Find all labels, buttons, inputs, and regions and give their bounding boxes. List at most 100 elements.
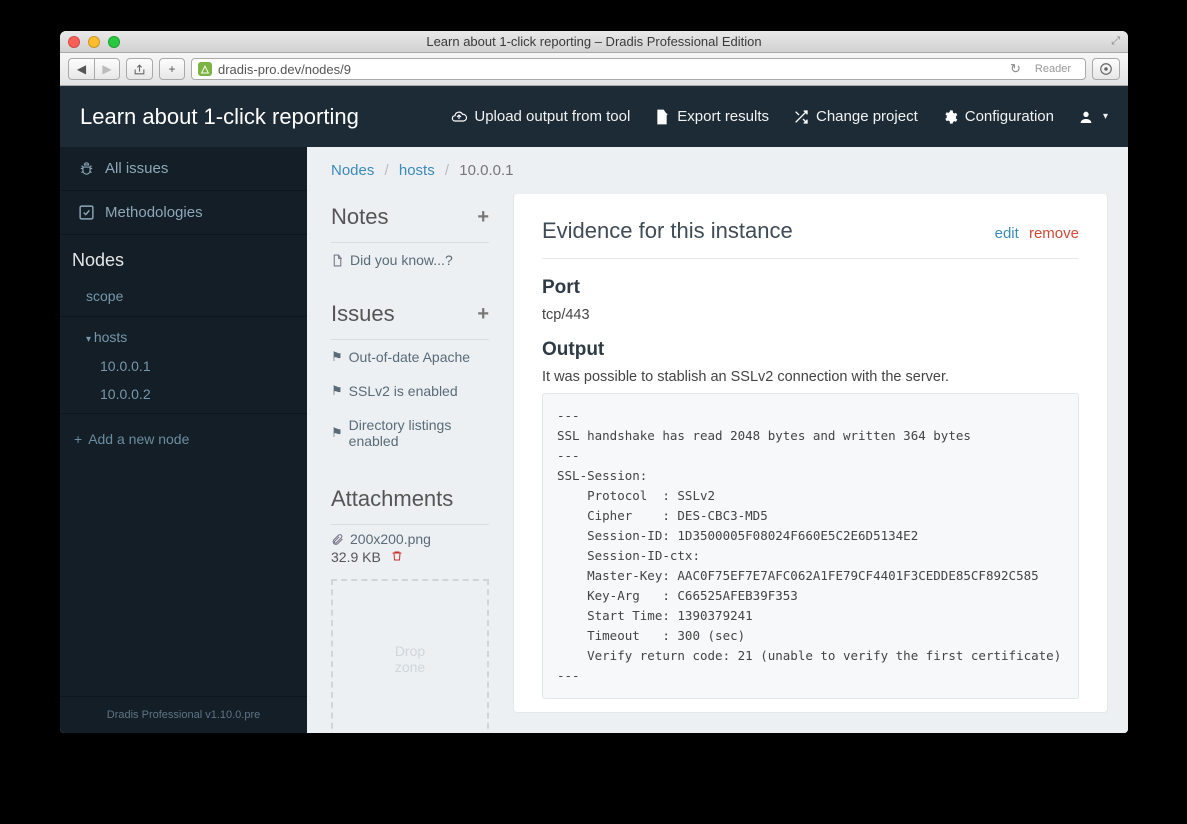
notes-heading-row: Notes + bbox=[331, 194, 489, 243]
issue-label-1: SSLv2 is enabled bbox=[349, 383, 458, 399]
remove-link[interactable]: remove bbox=[1029, 225, 1079, 242]
user-icon bbox=[1078, 109, 1094, 125]
issue-item-1[interactable]: ⚑ SSLv2 is enabled bbox=[331, 374, 513, 408]
window-minimize-button[interactable] bbox=[88, 36, 100, 48]
gear-icon bbox=[942, 109, 958, 125]
nav-buttons: ◀ ▶ bbox=[68, 58, 120, 80]
add-note-button[interactable]: + bbox=[477, 206, 489, 229]
reload-icon[interactable]: ↻ bbox=[1010, 61, 1021, 77]
caret-down-icon: ▾ bbox=[1103, 111, 1108, 122]
site-favicon-icon: △ bbox=[198, 62, 212, 76]
browser-window: Learn about 1-click reporting – Dradis P… bbox=[60, 31, 1128, 733]
export-label: Export results bbox=[677, 108, 769, 125]
port-heading: Port bbox=[542, 277, 1079, 299]
app-root: Learn about 1-click reporting Upload out… bbox=[60, 86, 1128, 733]
add-bookmark-button[interactable]: + bbox=[159, 58, 185, 80]
bug-icon bbox=[78, 160, 95, 177]
sidebar: All issues Methodologies Nodes scope hos… bbox=[60, 147, 307, 733]
change-project-label: Change project bbox=[816, 108, 918, 125]
main-area: Nodes / hosts / 10.0.0.1 Notes + bbox=[307, 147, 1128, 733]
plus-icon: + bbox=[74, 431, 82, 447]
content-panel: Evidence for this instance edit remove P… bbox=[513, 194, 1108, 713]
attachments-heading: Attachments bbox=[331, 486, 453, 512]
resize-icon[interactable]: ⤢ bbox=[1111, 35, 1120, 48]
notes-heading: Notes bbox=[331, 204, 388, 230]
breadcrumb: Nodes / hosts / 10.0.0.1 bbox=[307, 147, 1128, 194]
breadcrumb-nodes[interactable]: Nodes bbox=[331, 162, 374, 179]
port-value: tcp/443 bbox=[542, 307, 1079, 323]
url-bar[interactable]: △ dradis-pro.dev/nodes/9 ↻ Reader bbox=[191, 58, 1086, 80]
menu-button[interactable] bbox=[1092, 58, 1120, 80]
share-button[interactable] bbox=[126, 58, 153, 80]
upload-link[interactable]: Upload output from tool bbox=[451, 108, 630, 125]
sidebar-item-methodologies[interactable]: Methodologies bbox=[60, 191, 307, 235]
tree-item-scope[interactable]: scope bbox=[60, 281, 307, 311]
flag-icon: ⚑ bbox=[331, 383, 343, 399]
issue-label-0: Out-of-date Apache bbox=[349, 349, 470, 365]
project-title: Learn about 1-click reporting bbox=[80, 104, 359, 130]
content-actions: edit remove bbox=[995, 225, 1079, 242]
output-block: --- SSL handshake has read 2048 bytes an… bbox=[542, 393, 1079, 699]
dropzone-label: Drop zone bbox=[395, 643, 425, 675]
user-menu[interactable]: ▾ bbox=[1078, 109, 1108, 125]
back-button[interactable]: ◀ bbox=[68, 58, 94, 80]
attachment-item[interactable]: 200x200.png bbox=[331, 525, 513, 549]
panels: Notes + Did you know...? Issues + ⚑ bbox=[307, 194, 1128, 733]
issue-label-2: Directory listings enabled bbox=[349, 417, 489, 449]
change-project-link[interactable]: Change project bbox=[793, 108, 918, 125]
breadcrumb-current: 10.0.0.1 bbox=[459, 162, 513, 179]
add-issue-button[interactable]: + bbox=[477, 303, 489, 326]
attachment-meta: 32.9 KB bbox=[331, 549, 513, 579]
issue-item-0[interactable]: ⚑ Out-of-date Apache bbox=[331, 340, 513, 374]
methodologies-label: Methodologies bbox=[105, 204, 203, 221]
tree-child-1[interactable]: 10.0.0.2 bbox=[60, 380, 307, 408]
sidebar-footer: Dradis Professional v1.10.0.pre bbox=[60, 696, 307, 733]
add-node-button[interactable]: + Add a new node bbox=[60, 419, 307, 459]
content-header: Evidence for this instance edit remove bbox=[542, 218, 1079, 259]
app-navbar: Learn about 1-click reporting Upload out… bbox=[60, 86, 1128, 147]
issues-heading-row: Issues + bbox=[331, 291, 489, 340]
tree-item-hosts[interactable]: hosts bbox=[60, 322, 307, 352]
content-title: Evidence for this instance bbox=[542, 218, 793, 244]
attachment-name: 200x200.png bbox=[350, 531, 431, 547]
tree-hosts-label: hosts bbox=[94, 329, 127, 345]
workspace: All issues Methodologies Nodes scope hos… bbox=[60, 147, 1128, 733]
all-issues-label: All issues bbox=[105, 160, 168, 177]
delete-attachment-button[interactable] bbox=[391, 550, 403, 565]
navbar-right: Upload output from tool Export results C… bbox=[451, 108, 1108, 125]
output-heading: Output bbox=[542, 339, 1079, 361]
configuration-label: Configuration bbox=[965, 108, 1054, 125]
upload-label: Upload output from tool bbox=[474, 108, 630, 125]
add-node-label: Add a new node bbox=[88, 431, 189, 447]
shuffle-icon bbox=[793, 109, 809, 125]
sidebar-item-all-issues[interactable]: All issues bbox=[60, 147, 307, 191]
attachment-size: 32.9 KB bbox=[331, 549, 381, 565]
note-item-0[interactable]: Did you know...? bbox=[331, 243, 513, 277]
export-link[interactable]: Export results bbox=[654, 108, 769, 125]
window-title: Learn about 1-click reporting – Dradis P… bbox=[60, 34, 1128, 49]
edit-link[interactable]: edit bbox=[995, 225, 1019, 242]
configuration-link[interactable]: Configuration bbox=[942, 108, 1054, 125]
window-close-button[interactable] bbox=[68, 36, 80, 48]
flag-icon: ⚑ bbox=[331, 425, 343, 441]
nodes-heading: Nodes bbox=[60, 235, 307, 281]
secondary-column: Notes + Did you know...? Issues + ⚑ bbox=[307, 194, 513, 733]
flag-icon: ⚑ bbox=[331, 349, 343, 365]
dropzone[interactable]: Drop zone bbox=[331, 579, 489, 733]
divider bbox=[60, 413, 307, 414]
attachments-heading-row: Attachments bbox=[331, 476, 489, 525]
breadcrumb-sep: / bbox=[385, 162, 389, 179]
breadcrumb-sep: / bbox=[445, 162, 449, 179]
issue-item-2[interactable]: ⚑ Directory listings enabled bbox=[331, 408, 513, 458]
reader-button[interactable]: Reader bbox=[1027, 63, 1079, 75]
tree-child-0[interactable]: 10.0.0.1 bbox=[60, 352, 307, 380]
url-text: dradis-pro.dev/nodes/9 bbox=[218, 62, 351, 77]
window-zoom-button[interactable] bbox=[108, 36, 120, 48]
paperclip-icon bbox=[331, 533, 344, 546]
browser-toolbar: ◀ ▶ + △ dradis-pro.dev/nodes/9 ↻ Reader bbox=[60, 53, 1128, 86]
issues-heading: Issues bbox=[331, 301, 395, 327]
divider bbox=[60, 316, 307, 317]
forward-button[interactable]: ▶ bbox=[94, 58, 120, 80]
breadcrumb-hosts[interactable]: hosts bbox=[399, 162, 435, 179]
traffic-lights bbox=[68, 36, 120, 48]
